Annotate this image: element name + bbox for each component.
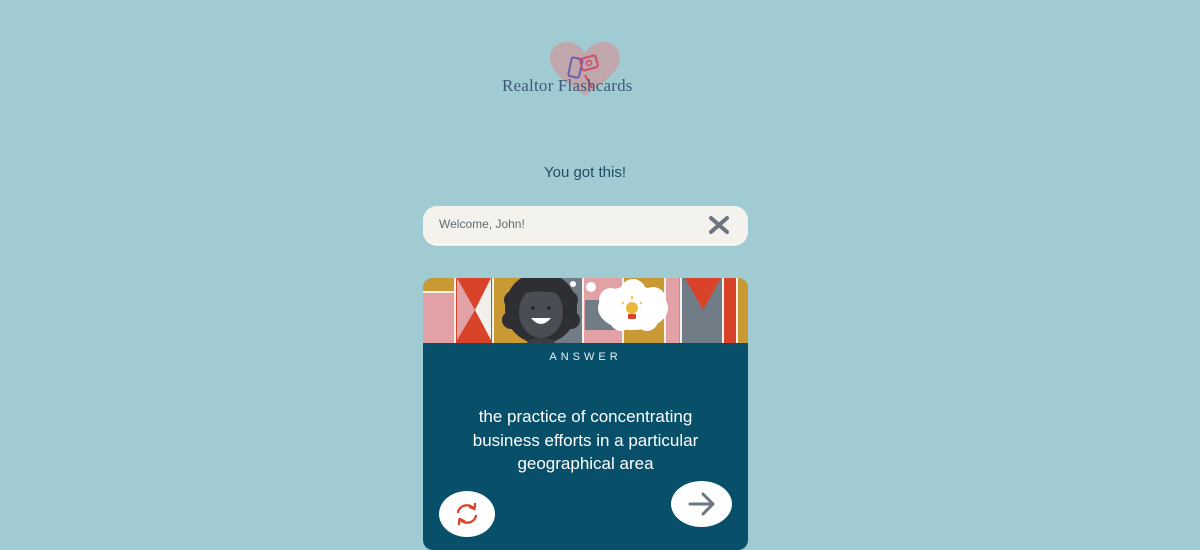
logo-text: Realtor Flashcards	[502, 76, 633, 95]
welcome-banner: Welcome, John!	[423, 206, 748, 245]
flip-refresh-icon	[456, 502, 478, 526]
close-button[interactable]	[708, 214, 730, 236]
flashcard[interactable]: ANSWER the practice of concentrating bus…	[423, 278, 748, 550]
app-logo[interactable]: Realtor Flashcards	[500, 42, 670, 98]
arrow-right-icon	[688, 492, 715, 516]
card-answer-text: the practice of concentrating business e…	[472, 407, 699, 473]
next-card-button[interactable]	[671, 481, 732, 527]
welcome-text: Welcome, John!	[439, 217, 525, 231]
close-icon	[709, 216, 729, 234]
page: Realtor Flashcards You got this! Welcome…	[0, 0, 1200, 550]
card-side-label: ANSWER	[549, 351, 622, 363]
tagline: You got this!	[543, 164, 626, 181]
flip-card-button[interactable]	[439, 491, 495, 537]
woman-thinking-lightbulb-illustration	[423, 278, 748, 343]
